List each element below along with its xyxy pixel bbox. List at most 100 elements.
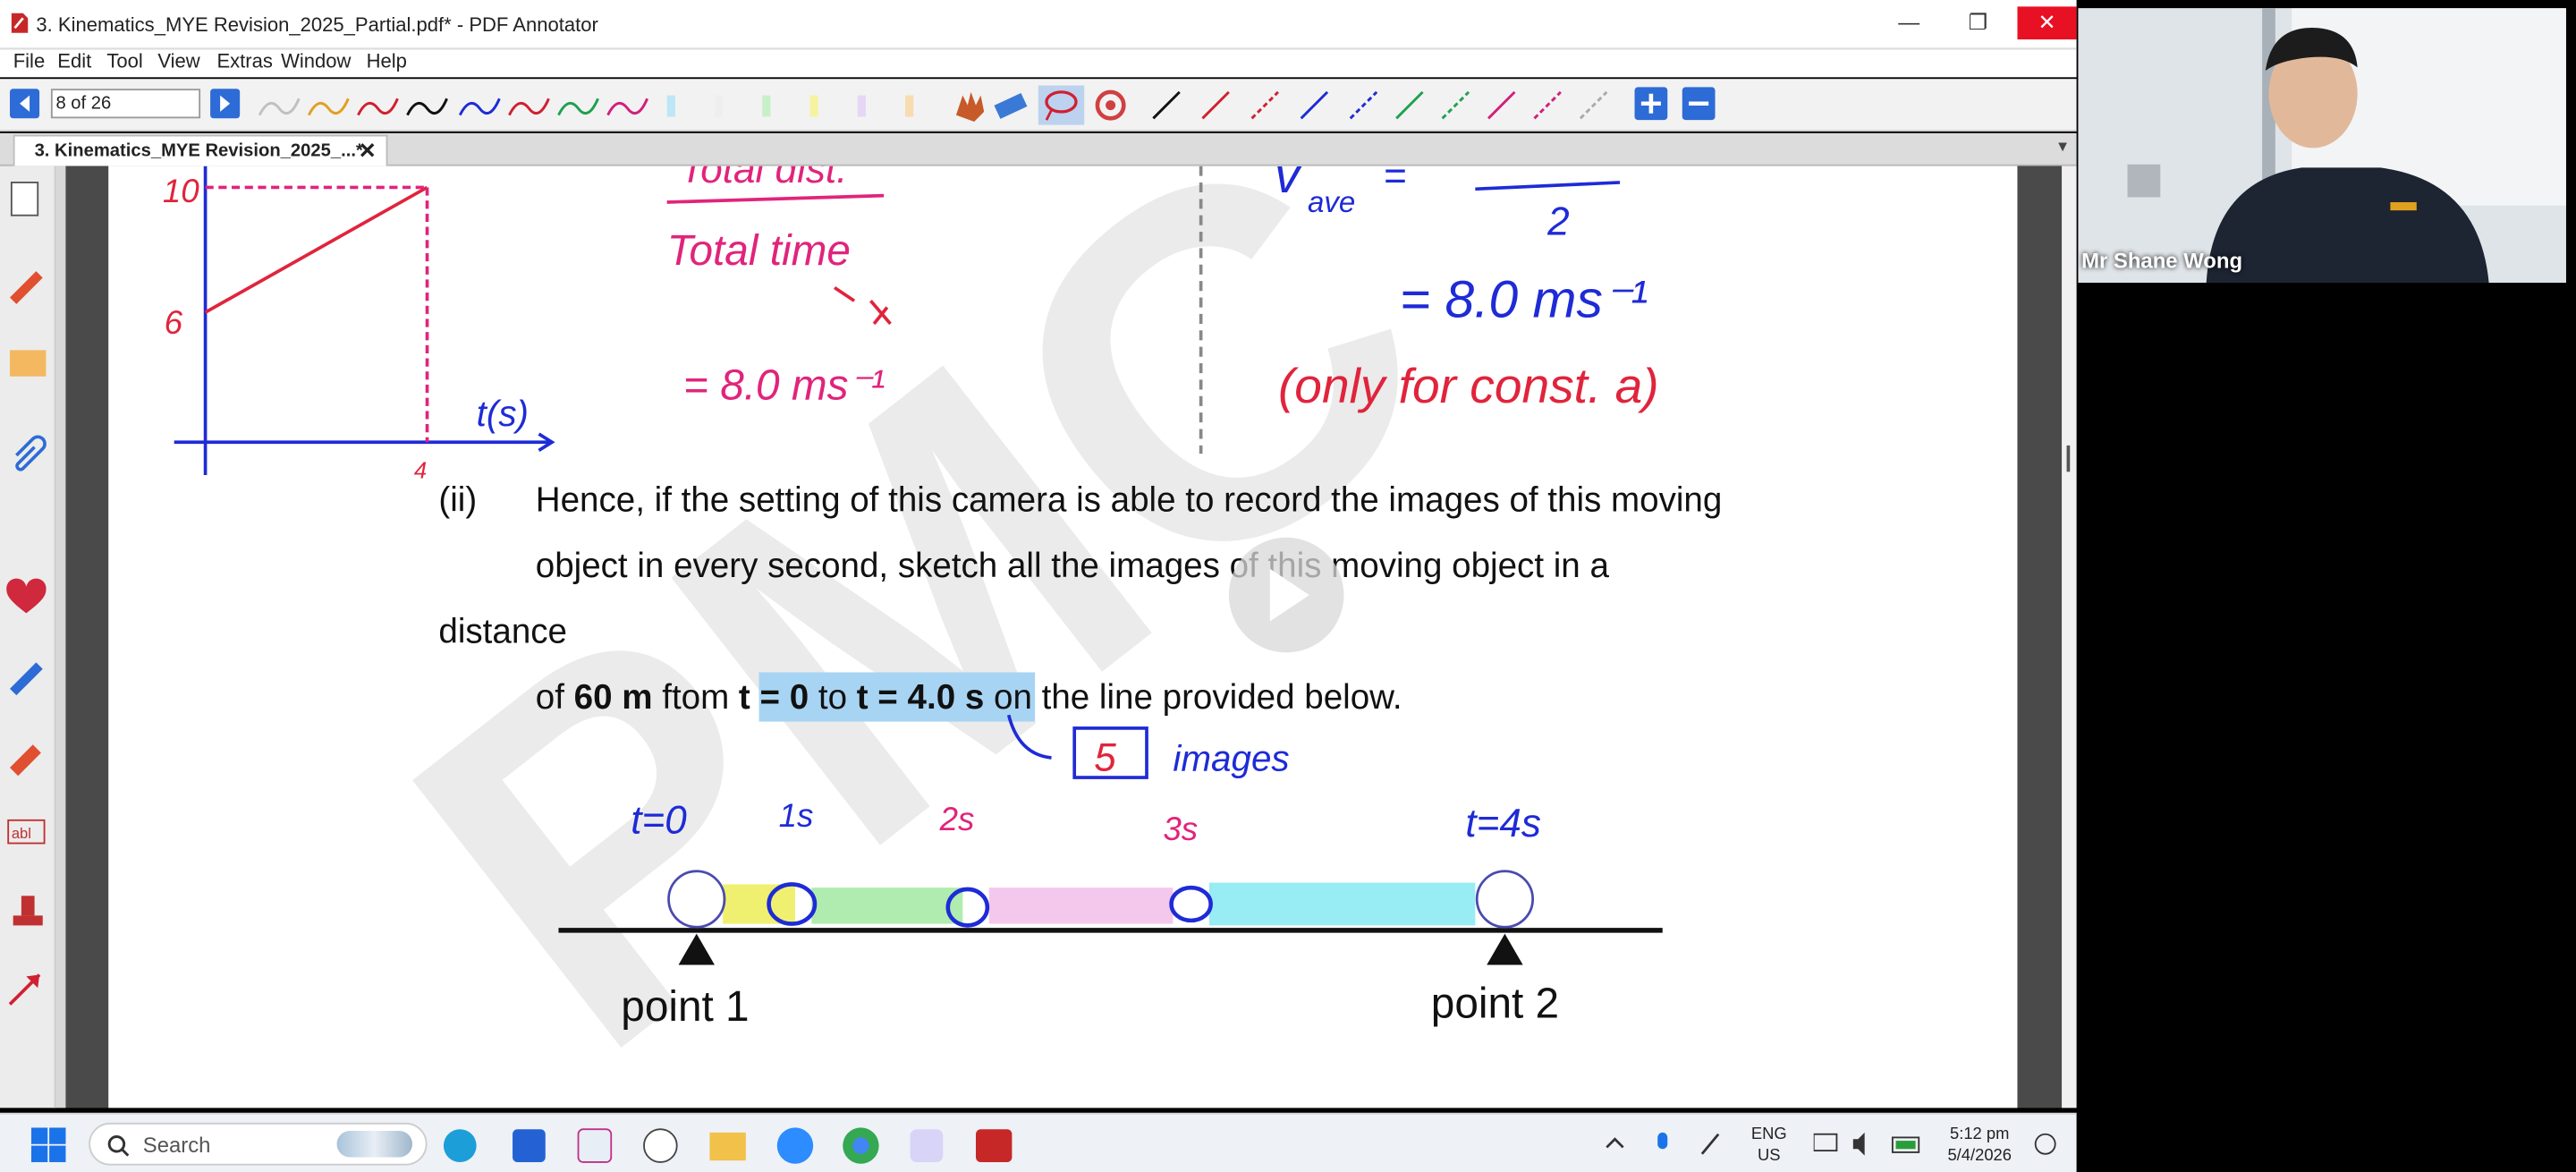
window-title: 3. Kinematics_MYE Revision_2025_Partial.… (36, 13, 598, 37)
text-box-icon[interactable]: abl (7, 819, 46, 845)
paperclip-icon[interactable] (15, 435, 47, 471)
triangle-right-icon (220, 95, 231, 112)
blank-page-icon[interactable] (10, 182, 39, 217)
taskbar-search-box[interactable]: Search (89, 1122, 428, 1166)
favorites-heart-icon[interactable] (6, 578, 47, 614)
question-line-3: distance (438, 612, 567, 650)
point2-marker-icon (1487, 933, 1523, 965)
constant-acceleration-note: (only for const. a) (1278, 358, 1659, 413)
document-tab-bar: 3. Kinematics_MYE Revision_2025_...* ✕ ▼ (0, 132, 2077, 166)
input-language[interactable]: ENG US (1751, 1125, 1787, 1168)
total-dist-text: Total dist. (680, 166, 847, 191)
panel-splitter[interactable] (55, 166, 66, 1108)
next-page-button[interactable] (210, 89, 241, 119)
zoom-out-icon[interactable] (1682, 87, 1716, 121)
annotation-tools (258, 85, 1716, 125)
menu-bar: File Edit Tool View Extras Window Help (0, 49, 2077, 78)
image-position-t3 (1169, 885, 1213, 923)
graph-y-top-label: 10 (163, 173, 199, 209)
label-1s: 1s (779, 797, 814, 834)
zoom-icon[interactable] (776, 1127, 814, 1164)
close-tab-icon[interactable]: ✕ (359, 136, 377, 166)
webcam-video-tile: Mr Shane Wong (2078, 8, 2566, 284)
label-t0: t=0 (631, 799, 687, 843)
document-tab[interactable]: 3. Kinematics_MYE Revision_2025_...* ✕ (13, 134, 388, 166)
close-window-button[interactable]: ✕ (2017, 6, 2077, 40)
pen-tray-icon[interactable] (1700, 1133, 1720, 1155)
eraser-icon[interactable] (994, 92, 1028, 119)
participant-name: Mr Shane Wong (2081, 248, 2243, 273)
stamp-circle-icon[interactable] (1095, 89, 1126, 121)
pdf-page: PMC 10 6 4 t(s) Total dist. Total time =… (108, 166, 2018, 1108)
windows-start-icon[interactable] (30, 1127, 67, 1163)
pdf-annotator-app-icon (11, 13, 29, 33)
tray-status-icons (1813, 1132, 1920, 1156)
menu-file[interactable]: File (13, 49, 46, 72)
menu-tool[interactable]: Tool (106, 49, 142, 72)
menu-view[interactable]: View (157, 49, 199, 72)
line-presets[interactable] (1152, 90, 1608, 120)
v-ave-subscript: ave (1308, 186, 1355, 219)
folder-icon[interactable] (10, 350, 47, 377)
pen-tool-icon[interactable] (10, 271, 43, 304)
question-line-1: Hence, if the setting of this camera is … (536, 480, 1723, 519)
search-icon (107, 1135, 130, 1157)
image-position-t4 (1475, 870, 1535, 929)
file-explorer-icon[interactable] (709, 1132, 746, 1161)
chevron-up-icon[interactable] (1606, 1137, 1624, 1149)
presenter-video (2078, 8, 2566, 284)
system-tray-icons (1606, 1132, 1720, 1155)
point-1-label: point 1 (621, 983, 749, 1031)
restore-button[interactable]: ❐ (1948, 6, 2007, 39)
hand-icon[interactable] (955, 91, 985, 122)
snipping-tool-icon[interactable] (577, 1128, 613, 1163)
previous-page-button[interactable] (10, 89, 40, 119)
word-app-icon[interactable] (910, 1129, 944, 1162)
total-time-text: Total time (667, 227, 851, 275)
question-line-2: object in every second, sketch all the i… (536, 547, 1610, 585)
left-tool-strip: abl (0, 166, 56, 1108)
question-number: (ii) (438, 480, 477, 519)
pdf-annotator-taskbar-icon[interactable] (975, 1129, 1013, 1162)
label-2s: 2s (939, 801, 975, 837)
highlighter-presets[interactable] (666, 95, 914, 117)
highlighter-icon[interactable] (10, 744, 41, 777)
menu-extras[interactable]: Extras (216, 49, 272, 72)
microphone-icon[interactable] (1657, 1132, 1668, 1150)
graph-y-mid-label: 6 (165, 304, 183, 341)
play-icon[interactable] (1228, 537, 1344, 653)
speaker-icon[interactable] (1852, 1132, 1865, 1156)
denominator-two: 2 (1546, 200, 1570, 244)
document-tab-label: 3. Kinematics_MYE Revision_2025_...* (34, 141, 363, 162)
graph-x-end-label: 4 (414, 459, 427, 484)
notification-icon[interactable] (2034, 1133, 2057, 1156)
left-tools: abl (6, 182, 47, 1006)
svg-text:abl: abl (12, 825, 31, 842)
zoom-in-icon[interactable] (1634, 87, 1668, 121)
v-ave-equals: = (1384, 166, 1407, 199)
images-count: 5 (1094, 736, 1116, 780)
vertical-scrollbar[interactable] (2062, 166, 2077, 1108)
images-word: images (1173, 738, 1289, 779)
menu-edit[interactable]: Edit (57, 49, 91, 72)
average-velocity-result: = 8.0 ms⁻¹ (1400, 271, 1648, 329)
dropbox-icon[interactable] (513, 1129, 546, 1162)
tab-list-chevron-icon[interactable]: ▼ (2055, 138, 2070, 154)
menu-window[interactable]: Window (281, 49, 351, 72)
edge-icon[interactable] (443, 1129, 477, 1162)
stamp-icon[interactable] (13, 896, 43, 926)
alarm-clock-icon[interactable] (643, 1128, 678, 1163)
average-speed-result: = 8.0 ms⁻¹ (683, 361, 886, 409)
clock[interactable]: 5:12 pm 5/4/2026 (1938, 1125, 2021, 1168)
window-titlebar: 3. Kinematics_MYE Revision_2025_Partial.… (0, 0, 2077, 50)
pencil-icon[interactable] (10, 662, 43, 696)
arrow-tool-icon[interactable] (8, 973, 41, 1006)
v-ave-symbol: v (1275, 166, 1302, 203)
menu-help[interactable]: Help (367, 49, 407, 72)
display-icon[interactable] (1813, 1133, 1838, 1152)
page-canvas: PMC 10 6 4 t(s) Total dist. Total time =… (163, 166, 1723, 1108)
minimize-button[interactable]: — (1879, 6, 1938, 39)
pen-presets[interactable] (258, 98, 649, 116)
page-number-input[interactable]: 8 of 26 (50, 89, 201, 119)
label-3s: 3s (1163, 811, 1198, 847)
